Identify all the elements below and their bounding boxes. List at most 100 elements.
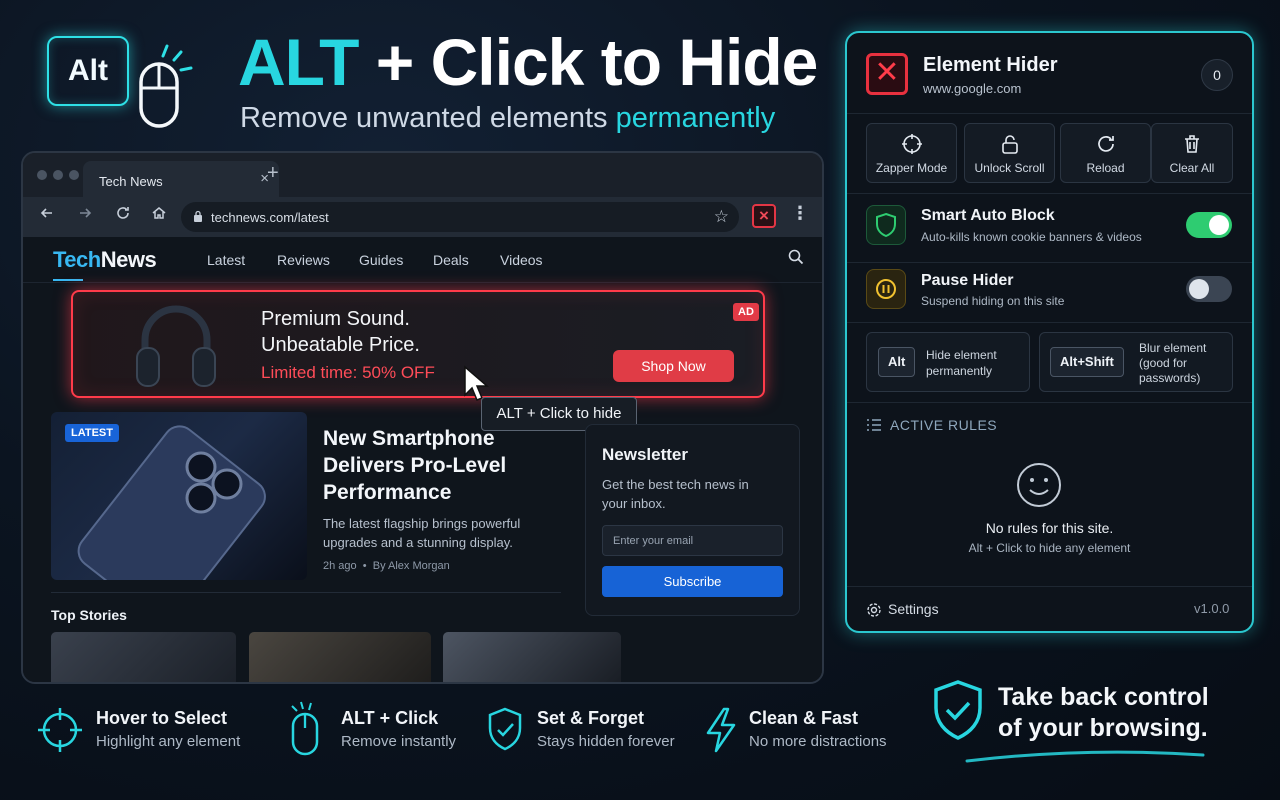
nav-link-reviews[interactable]: Reviews	[277, 252, 330, 268]
divider	[847, 586, 1252, 587]
nav-link-latest[interactable]: Latest	[207, 252, 245, 268]
alt-shortcut-line1: Hide element	[926, 348, 997, 362]
headphones-icon	[136, 305, 216, 387]
home-icon[interactable]	[147, 205, 171, 229]
smart-auto-block-toggle[interactable]	[1186, 212, 1232, 238]
latest-badge: LATEST	[65, 424, 119, 442]
alt-shift-key: Alt+Shift	[1050, 347, 1124, 377]
reload-icon	[1097, 136, 1114, 152]
unlock-icon	[1001, 135, 1018, 154]
tab-bar: Tech News × +	[23, 153, 822, 197]
article-title[interactable]: New Smartphone Delivers Pro-Level Perfor…	[323, 425, 553, 506]
clear-all-button[interactable]: Clear All	[1151, 123, 1233, 183]
ad-headline-1: Premium Sound.	[261, 308, 410, 330]
hero-subtitle-accent: permanently	[615, 102, 776, 134]
shield-icon	[866, 205, 906, 245]
nav-link-guides[interactable]: Guides	[359, 252, 403, 268]
feature-subtitle: No more distractions	[749, 733, 887, 750]
shield-check-icon	[934, 680, 982, 740]
logo-underline	[53, 279, 83, 281]
article-image[interactable]: LATEST	[51, 412, 307, 580]
alt-shift-line3: passwords)	[1139, 371, 1201, 385]
url-text: technews.com/latest	[211, 210, 329, 225]
mouse-icon	[291, 701, 319, 756]
newsletter-title: Newsletter	[602, 445, 688, 464]
panel-title: Element Hider	[923, 54, 1058, 76]
feature-subtitle: Remove instantly	[341, 733, 457, 750]
new-tab-button[interactable]: +	[267, 162, 279, 185]
story-thumbnail[interactable]	[51, 632, 236, 682]
search-icon[interactable]	[788, 249, 804, 265]
lightning-icon	[706, 707, 736, 753]
article-description: The latest flagship brings powerful upgr…	[323, 516, 521, 550]
subscribe-button[interactable]: Subscribe	[602, 566, 783, 597]
ad-offer: Limited time: 50% OFF	[261, 363, 435, 382]
pause-hider-title: Pause Hider	[921, 272, 1014, 289]
back-icon[interactable]	[35, 205, 59, 229]
settings-link[interactable]: Settings	[888, 601, 939, 617]
reload-icon[interactable]	[111, 205, 135, 229]
pause-icon	[866, 269, 906, 309]
article-meta: 2h ago • By Alex Morgan	[323, 560, 450, 572]
address-bar[interactable]: technews.com/latest ☆	[181, 202, 739, 232]
logo-tech: Tech	[53, 247, 101, 272]
feature-subtitle: Stays hidden forever	[537, 733, 675, 750]
browser-window: Tech News × + technews.com/latest ☆ × ⋮ …	[21, 151, 824, 684]
alt-key: Alt	[878, 347, 916, 377]
divider	[51, 592, 561, 593]
zapper-mode-button[interactable]: Zapper Mode	[866, 123, 957, 183]
story-thumbnail[interactable]	[443, 632, 621, 682]
element-hider-extension-button[interactable]: ×	[752, 204, 776, 228]
menu-icon[interactable]: ⋮	[791, 203, 809, 224]
site-nav: TechNews Latest Reviews Guides Deals Vid…	[23, 237, 822, 283]
star-icon[interactable]: ☆	[714, 207, 729, 227]
crosshair-icon	[901, 134, 922, 154]
site-logo[interactable]: TechNews	[53, 247, 157, 273]
feature-title: ALT + Click	[341, 708, 439, 728]
reload-button[interactable]: Reload	[1060, 123, 1151, 183]
gear-icon[interactable]	[866, 602, 882, 618]
alt-shift-line2: (good for	[1139, 356, 1188, 370]
cta-line-2: of your browsing.	[998, 714, 1208, 742]
newsletter-card: Newsletter Get the best tech news in you…	[585, 424, 800, 616]
panel-domain: www.google.com	[923, 81, 1022, 96]
clear-all-label: Clear All	[1169, 161, 1215, 175]
shop-now-button[interactable]: Shop Now	[613, 350, 734, 382]
browser-toolbar: technews.com/latest ☆ × ⋮	[23, 197, 822, 237]
nav-link-deals[interactable]: Deals	[433, 252, 469, 268]
empty-state-title: No rules for this site.	[985, 520, 1114, 536]
window-controls[interactable]	[37, 170, 79, 180]
ad-banner[interactable]: Premium Sound. Unbeatable Price. Limited…	[71, 290, 765, 398]
smiley-icon	[1017, 463, 1061, 507]
ad-headline-2: Unbeatable Price.	[261, 334, 420, 356]
newsletter-description: Get the best tech news in your inbox.	[602, 477, 749, 511]
divider	[847, 322, 1252, 323]
top-stories-heading: Top Stories	[51, 607, 127, 623]
email-field[interactable]: Enter your email	[602, 525, 783, 556]
story-thumbnail[interactable]	[249, 632, 431, 682]
active-rules-heading: ACTIVE RULES	[890, 417, 998, 433]
browser-tab[interactable]: Tech News ×	[83, 161, 279, 197]
divider	[847, 262, 1252, 263]
divider	[847, 193, 1252, 194]
alt-key-label: Alt	[68, 54, 108, 87]
hero-title-rest: + Click to Hide	[358, 25, 819, 99]
hidden-count-badge: 0	[1201, 59, 1233, 91]
trash-icon	[1185, 135, 1199, 153]
alt-shortcut-line2: permanently	[926, 364, 993, 378]
mouse-icon	[139, 44, 193, 128]
hero-title: ALT + Click to Hide	[238, 24, 819, 100]
logo-news: News	[100, 247, 157, 272]
extension-popup: ✕ Element Hider www.google.com 0 Zapper …	[845, 31, 1254, 633]
smart-auto-block-title: Smart Auto Block	[921, 207, 1055, 224]
crosshair-icon	[38, 708, 82, 752]
smart-auto-block-subtitle: Auto-kills known cookie banners & videos	[921, 230, 1142, 244]
close-x-logo-icon: ✕	[866, 53, 908, 95]
pause-hider-toggle[interactable]	[1186, 276, 1232, 302]
forward-icon[interactable]	[73, 205, 97, 229]
feature-subtitle: Highlight any element	[96, 733, 241, 750]
unlock-scroll-button[interactable]: Unlock Scroll	[964, 123, 1055, 183]
nav-link-videos[interactable]: Videos	[500, 252, 543, 268]
divider	[847, 402, 1252, 403]
feature-title: Clean & Fast	[749, 708, 859, 728]
